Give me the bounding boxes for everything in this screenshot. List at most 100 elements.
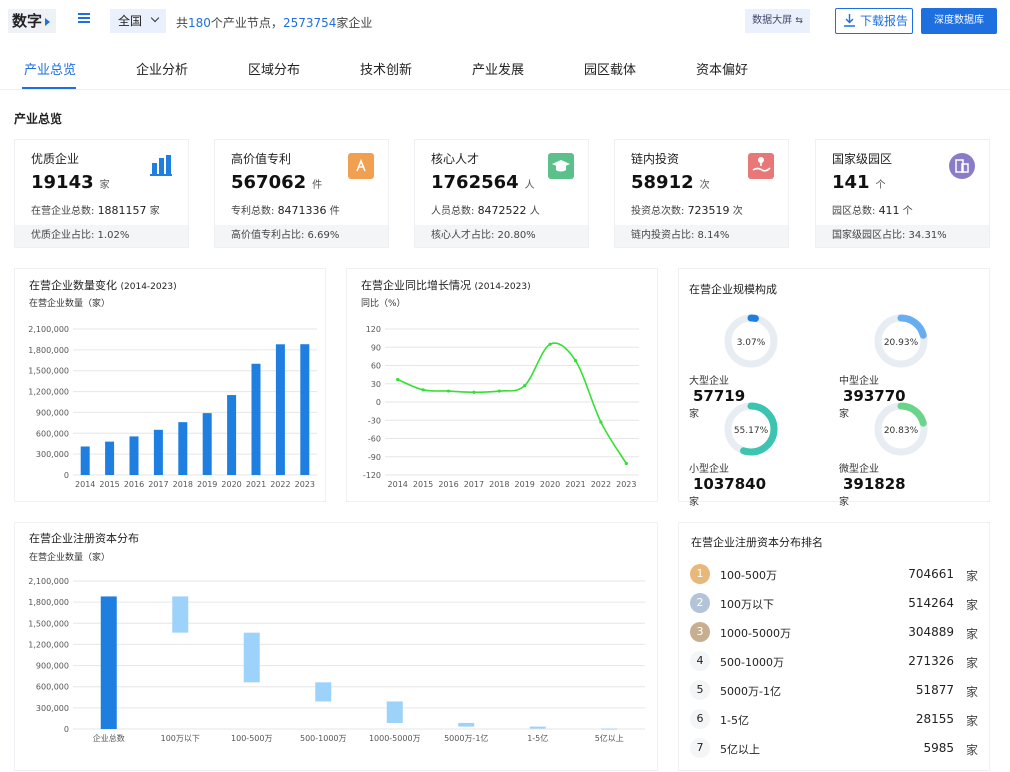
x-tick-label: 500-1000万 [300,734,347,743]
tab-region[interactable]: 区域分布 [248,59,300,78]
tab-enterprise[interactable]: 企业分析 [136,59,188,78]
stat-card[interactable]: 核心人才 1762564 人 人员总数: 8472522 人 核心人才占比: 20… [414,139,589,248]
investment-hand-icon [748,153,774,179]
x-tick-label: 2015 [99,480,119,489]
x-tick-label: 5000万-1亿 [444,733,488,743]
capital-bar [315,682,332,702]
donut-percent: 3.07% [737,338,766,348]
x-tick-label: 2021 [565,480,585,489]
line-point [446,389,451,393]
x-tick-label: 2019 [197,480,217,489]
y-tick-label: -60 [368,435,381,444]
donut-percent: 55.17% [734,426,769,436]
rank-row[interactable]: 1 100-500万 704661 家 [690,564,980,586]
rank-badge: 4 [690,651,710,671]
x-tick-label: 2018 [173,480,193,489]
company-count-panel: 在营企业数量变化 (2014-2023) 在营企业数量（家） 0 300,000 6… [14,268,326,502]
y-tick-label: 900,000 [36,408,69,417]
y-tick-label: 600,000 [36,429,69,438]
card-total: 专利总数: 8471336 件 [231,204,340,217]
tab-development[interactable]: 产业发展 [472,59,524,78]
x-tick-label: 2019 [515,480,535,489]
scale-panel: 在营企业规模构成 3.07% 大型企业57719家 20.93% 中型企业393770… [678,268,990,508]
card-total: 在营企业总数: 1881157 家 [31,204,160,217]
x-tick-label: 100-500万 [231,734,272,743]
logo-text: 数字 [12,12,43,30]
card-ratio: 优质企业占比: 1.02% [15,225,188,247]
tab-capital[interactable]: 资本偏好 [696,59,748,78]
x-tick-label: 100万以下 [161,734,200,743]
bar [251,363,261,475]
card-value: 19143 家 [31,172,110,193]
rank-name: 500-1000万 [720,656,784,669]
donut-chart: 20.83% [874,402,928,456]
building-chart-icon [148,153,174,179]
menu-icon[interactable] [78,13,90,23]
y-tick-label: 1,500,000 [28,619,69,628]
line-point [548,342,552,346]
tab-parks[interactable]: 园区载体 [584,59,636,78]
bar [153,429,163,475]
x-tick-label: 1000-5000万 [369,734,421,743]
rank-row[interactable]: 6 1-5亿 28155 家 [690,709,980,731]
industry-summary: 共180个产业节点，2573754家企业 [176,14,372,31]
rank-badge: 3 [690,622,710,642]
card-total: 园区总数: 411 个 [832,204,913,217]
region-select[interactable]: 全国 [110,9,166,33]
rank-row[interactable]: 5 5000万-1亿 51877 家 [690,680,980,702]
app-logo[interactable]: 数字 [8,9,57,33]
line-point [523,383,527,388]
y-tick-label: 90 [371,343,381,352]
bar [129,436,139,475]
stat-card[interactable]: 高价值专利 567062 件 专利总数: 8471336 件 高价值专利占比: 6… [214,139,389,248]
deep-database-button[interactable]: 深度数据库 [921,8,997,34]
x-tick-label: 2015 [413,480,433,489]
x-tick-label: 1-5亿 [527,733,548,743]
capital-panel: 在营企业注册资本分布 在营企业数量（家） 0 300,000 600,000 900,… [14,522,658,771]
bar [300,344,310,475]
donut-chart: 3.07% [724,314,778,368]
y-tick-label: 30 [371,380,381,389]
y-tick-label: 0 [64,471,69,480]
rank-row[interactable]: 7 5亿以上 5985 家 [690,738,980,760]
top-bar: 数字 全国 共180个产业节点，2573754家企业 数据大屏 ⇆ 下载报告 深… [0,0,1010,44]
rank-value: 271326 [908,654,954,668]
rank-badge: 6 [690,709,710,729]
chart-title: 在营企业注册资本分布排名 [691,536,823,549]
bar [227,395,237,475]
card-label: 国家级园区 [832,152,893,166]
summary-mid: 个产业节点， [210,16,283,30]
big-screen-button[interactable]: 数据大屏 ⇆ [745,9,810,33]
rank-unit: 家 [965,656,978,670]
node-count: 180 [188,16,211,30]
x-tick-label: 2014 [75,480,95,489]
download-report-button[interactable]: 下载报告 [835,8,913,34]
rank-name: 5亿以上 [720,743,760,756]
rank-unit: 家 [965,685,978,699]
stat-card[interactable]: 国家级园区 141 个 园区总数: 411 个 国家级园区占比: 34.31% [815,139,990,248]
rank-row[interactable]: 2 100万以下 514264 家 [690,593,980,615]
rank-row[interactable]: 4 500-1000万 271326 家 [690,651,980,673]
card-label: 核心人才 [431,152,480,166]
y-tick-label: -90 [368,453,381,462]
bar [80,446,90,475]
y-tick-label: 0 [64,725,69,734]
company-count: 2573754 [282,16,337,30]
stat-card[interactable]: 链内投资 58912 次 投资总次数: 723519 次 链内投资占比: 8.14… [614,139,789,248]
rank-row[interactable]: 3 1000-5000万 304889 家 [690,622,980,644]
card-label: 高价值专利 [231,152,292,166]
rank-name: 100万以下 [720,598,774,611]
tab-overview[interactable]: 产业总览 [24,59,76,78]
rank-value: 704661 [908,567,954,581]
rank-badge: 2 [690,593,710,613]
stat-card[interactable]: 优质企业 19143 家 在营企业总数: 1881157 家 优质企业占比: 1.… [14,139,189,248]
graduation-cap-icon [548,153,574,179]
rank-value: 5985 [923,741,954,755]
rank-badge: 1 [690,564,710,584]
tab-bar: 产业总览 企业分析 区域分布 技术创新 产业发展 园区载体 资本偏好 [0,44,1010,90]
x-tick-label: 2018 [489,480,509,489]
card-ratio: 高价值专利占比: 6.69% [215,225,388,247]
x-tick-label: 5亿以上 [595,733,624,743]
y-tick-label: -30 [368,416,381,425]
tab-tech[interactable]: 技术创新 [360,59,412,78]
